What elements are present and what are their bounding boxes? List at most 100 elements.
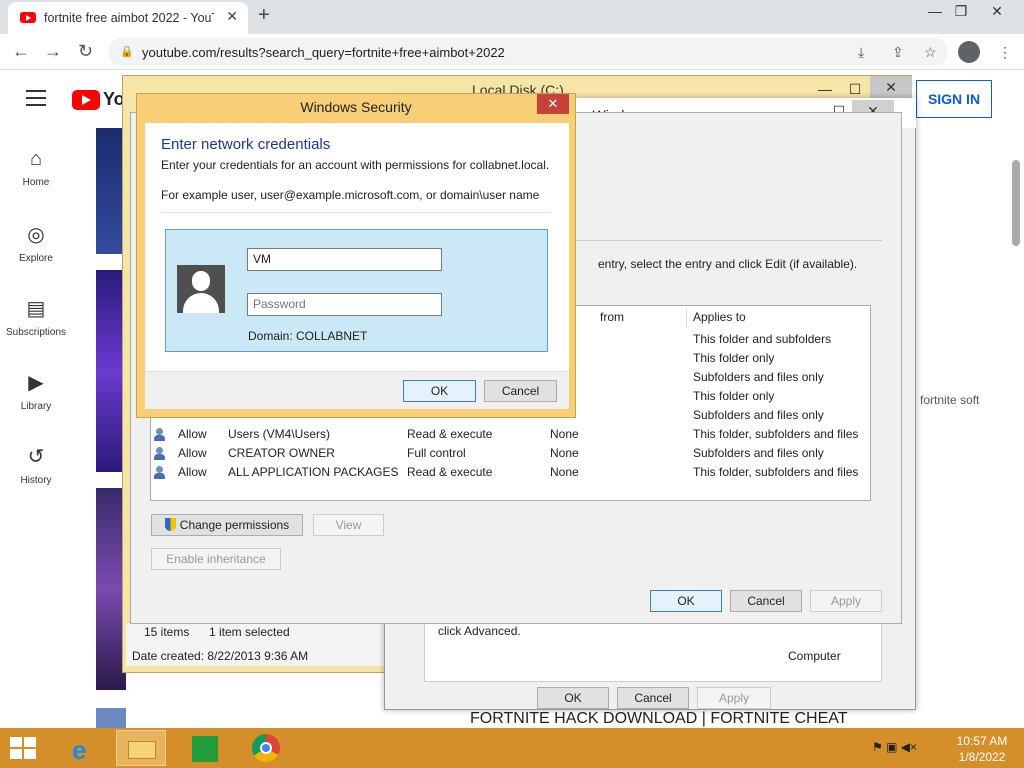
hamburger-menu-icon[interactable] bbox=[26, 90, 46, 106]
advanced-ok-button[interactable]: OK bbox=[650, 590, 722, 612]
system-tray-icons[interactable]: ⚑ ▣ ◀× bbox=[872, 740, 917, 754]
home-icon: ⌂ bbox=[29, 148, 43, 170]
properties-apply-button[interactable]: Apply bbox=[697, 687, 771, 709]
video-thumbnail[interactable] bbox=[96, 708, 126, 728]
clock-date: 1/8/2022 bbox=[958, 750, 1006, 764]
applies-to-cell: Subfolders and files only bbox=[693, 370, 824, 384]
address-bar[interactable]: 🔒 youtube.com/results?search_query=fortn… bbox=[108, 38, 948, 66]
row-access: Full control bbox=[407, 446, 466, 460]
sidebar-item-label: Explore bbox=[19, 253, 53, 264]
history-icon: ↺ bbox=[27, 446, 45, 468]
dialog-ok-button[interactable]: OK bbox=[403, 380, 476, 402]
close-window-button[interactable]: ✕ bbox=[980, 0, 1014, 24]
table-row[interactable]: Allow Users (VM4\Users) Read & execute N… bbox=[152, 425, 870, 444]
column-divider bbox=[686, 308, 687, 328]
items-count: 15 items bbox=[144, 625, 190, 639]
sign-in-button[interactable]: SIGN IN bbox=[916, 80, 992, 118]
change-permissions-button[interactable]: Change permissions bbox=[151, 514, 303, 536]
store-icon[interactable] bbox=[180, 730, 230, 766]
username-field[interactable]: VM bbox=[247, 248, 442, 271]
row-inherited: None bbox=[550, 465, 579, 479]
sidebar-item-library[interactable]: ▶ Library bbox=[0, 370, 72, 412]
result-title[interactable]: FORTNITE HACK DOWNLOAD | FORTNITE CHEAT bbox=[470, 710, 848, 728]
row-access: Read & execute bbox=[407, 427, 493, 441]
change-permissions-label: Change permissions bbox=[179, 518, 290, 532]
sidebar-item-label: Library bbox=[20, 401, 52, 412]
explorer-close-button[interactable]: ✕ bbox=[870, 76, 912, 100]
install-app-icon[interactable]: ⤓ bbox=[858, 44, 864, 61]
sidebar-item-label: History bbox=[20, 475, 52, 486]
subscriptions-icon: ▤ bbox=[26, 298, 46, 320]
youtube-logo-icon[interactable] bbox=[72, 90, 100, 110]
row-applies: Subfolders and files only bbox=[693, 446, 824, 460]
taskbar-clock[interactable]: 10:57 AM 1/8/2022 bbox=[952, 733, 1012, 765]
properties-ok-button[interactable]: OK bbox=[537, 687, 609, 709]
user-avatar-icon bbox=[177, 265, 225, 313]
password-field[interactable]: Password bbox=[247, 293, 442, 316]
row-principal: Users (VM4\Users) bbox=[228, 427, 331, 441]
menu-kebab-icon[interactable]: ⋮ bbox=[998, 44, 1012, 61]
restore-button[interactable]: ❐ bbox=[944, 0, 978, 24]
url-text: youtube.com/results?search_query=fortnit… bbox=[142, 45, 505, 60]
advanced-hint: click Advanced. bbox=[438, 624, 521, 638]
permission-instructions: entry, select the entry and click Edit (… bbox=[598, 257, 858, 271]
bookmark-star-icon[interactable]: ☆ bbox=[924, 44, 937, 61]
file-explorer-icon[interactable] bbox=[116, 730, 166, 766]
row-applies: This folder, subfolders and files bbox=[693, 427, 859, 441]
row-principal: CREATOR OWNER bbox=[228, 446, 335, 460]
new-tab-button[interactable]: + bbox=[258, 4, 270, 27]
row-inherited: None bbox=[550, 446, 579, 460]
chrome-icon[interactable] bbox=[242, 730, 292, 766]
applies-to-cell: This folder and subfolders bbox=[693, 332, 832, 346]
selected-count: 1 item selected bbox=[209, 625, 290, 639]
library-icon: ▶ bbox=[28, 372, 44, 394]
user-group-icon bbox=[154, 428, 170, 442]
sidebar-item-label: Subscriptions bbox=[5, 327, 67, 338]
row-type: Allow bbox=[178, 427, 207, 441]
lock-icon: 🔒 bbox=[120, 46, 134, 58]
reload-icon[interactable]: ↻ bbox=[78, 41, 93, 62]
dialog-close-button[interactable]: ✕ bbox=[537, 94, 569, 114]
start-windows-icon[interactable] bbox=[10, 737, 38, 759]
dialog-description: Enter your credentials for an account wi… bbox=[161, 158, 550, 172]
enable-inheritance-button[interactable]: Enable inheritance bbox=[151, 548, 281, 570]
page-scrollbar[interactable] bbox=[1012, 160, 1020, 246]
forward-icon[interactable]: → bbox=[44, 41, 62, 62]
view-button[interactable]: View bbox=[313, 514, 384, 536]
share-icon[interactable]: ⇪ bbox=[892, 44, 904, 61]
row-principal: ALL APPLICATION PACKAGES bbox=[228, 465, 399, 479]
back-icon[interactable]: ← bbox=[12, 41, 30, 62]
applies-to-cell: This folder only bbox=[693, 351, 775, 365]
sidebar-item-explore[interactable]: ◎ Explore bbox=[0, 222, 72, 264]
date-created: Date created: 8/22/2013 9:36 AM bbox=[132, 649, 309, 663]
sidebar-item-subscriptions[interactable]: ▤ Subscriptions bbox=[0, 296, 72, 338]
package-icon bbox=[154, 466, 170, 480]
column-header-inherited-from[interactable]: from bbox=[600, 310, 624, 324]
internet-explorer-icon[interactable]: e bbox=[58, 730, 108, 766]
table-row[interactable]: Allow ALL APPLICATION PACKAGES Read & ex… bbox=[152, 463, 870, 482]
table-row[interactable]: Allow CREATOR OWNER Full control None Su… bbox=[152, 444, 870, 463]
advanced-apply-button[interactable]: Apply bbox=[810, 590, 882, 612]
tab-close-icon[interactable]: ✕ bbox=[226, 8, 238, 25]
row-type: Allow bbox=[178, 465, 207, 479]
row-inherited: None bbox=[550, 427, 579, 441]
sidebar-item-history[interactable]: ↺ History bbox=[0, 444, 72, 486]
column-header-applies-to[interactable]: Applies to bbox=[693, 310, 746, 324]
sidebar-item-home[interactable]: ⌂ Home bbox=[0, 148, 72, 188]
browser-tab[interactable]: fortnite free aimbot 2022 - YouTube ✕ bbox=[8, 2, 248, 34]
youtube-favicon-icon bbox=[20, 12, 36, 23]
uac-shield-icon bbox=[164, 518, 176, 531]
advanced-cancel-button[interactable]: Cancel bbox=[730, 590, 802, 612]
applies-to-cell: This folder only bbox=[693, 389, 775, 403]
profile-avatar-icon[interactable] bbox=[958, 41, 980, 63]
properties-cancel-button[interactable]: Cancel bbox=[617, 687, 689, 709]
dialog-cancel-button[interactable]: Cancel bbox=[484, 380, 557, 402]
applies-to-cell: Subfolders and files only bbox=[693, 408, 824, 422]
dialog-title: Windows Security bbox=[300, 99, 412, 115]
user-group-icon bbox=[154, 447, 170, 461]
compass-icon: ◎ bbox=[27, 224, 45, 246]
dialog-heading: Enter network credentials bbox=[161, 136, 331, 153]
dialog-divider bbox=[161, 212, 551, 213]
computer-label: Computer bbox=[788, 649, 841, 663]
tab-title: fortnite free aimbot 2022 - YouTube bbox=[44, 11, 214, 25]
